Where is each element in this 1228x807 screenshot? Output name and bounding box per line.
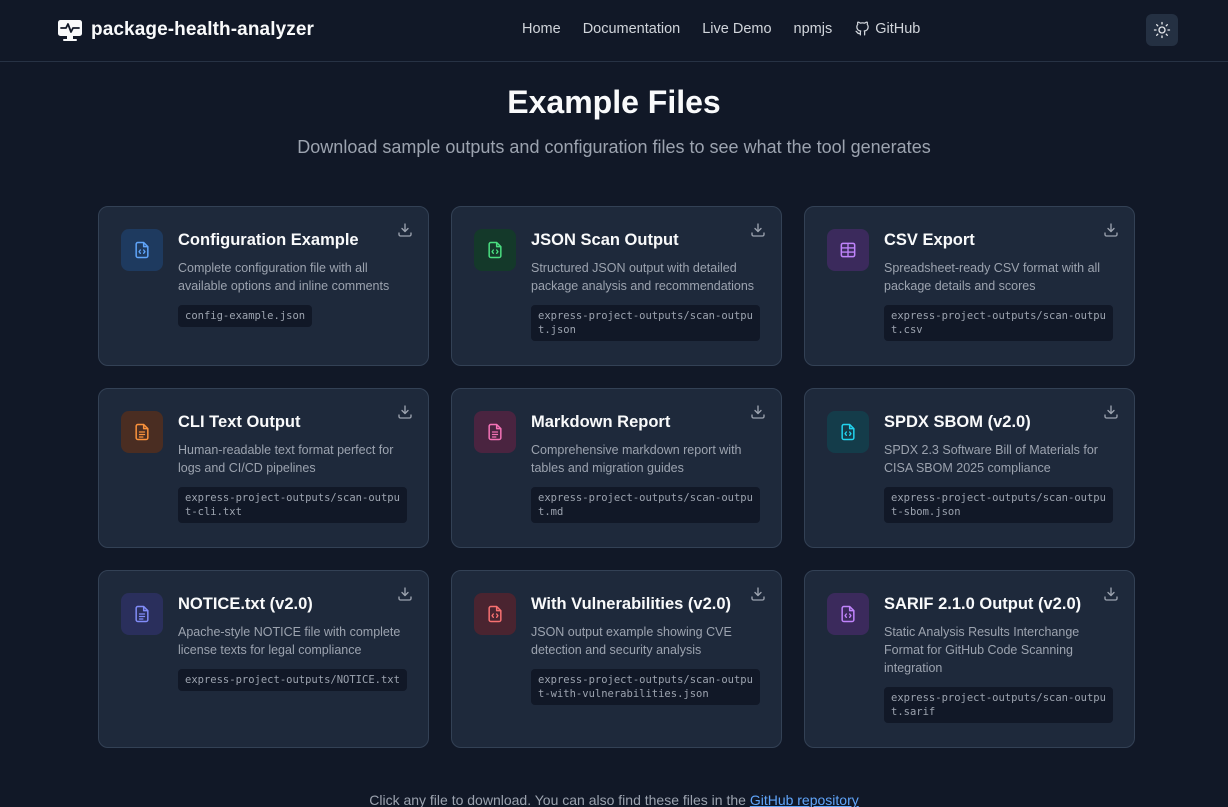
brand-name: package-health-analyzer: [91, 19, 314, 40]
card-file-path: express-project-outputs/scan-output.csv: [884, 305, 1113, 341]
file-text-icon: [488, 423, 502, 441]
file-type-icon-wrap: [121, 229, 163, 271]
nav-link-label: npmjs: [793, 20, 833, 37]
download-icon[interactable]: [396, 585, 414, 603]
card-description: Comprehensive markdown report with table…: [531, 443, 742, 475]
card-title: With Vulnerabilities (v2.0): [531, 595, 732, 613]
download-icon[interactable]: [1102, 221, 1120, 239]
card-title: SARIF 2.1.0 Output (v2.0): [884, 595, 1082, 613]
file-card[interactable]: Configuration Example Complete configurat…: [98, 206, 429, 366]
card-description: Spreadsheet-ready CSV format with all pa…: [884, 261, 1101, 293]
file-type-icon-wrap: [474, 411, 516, 453]
card-file-path: express-project-outputs/scan-output-sbom…: [884, 487, 1113, 523]
footer-text: Click any file to download. You can also…: [369, 792, 750, 807]
file-type-icon-wrap: [474, 593, 516, 635]
download-icon[interactable]: [749, 585, 767, 603]
nav-link-label: Documentation: [582, 20, 681, 37]
download-icon[interactable]: [749, 403, 767, 421]
card-description: Complete configuration file with all ava…: [178, 261, 390, 293]
card-description: Structured JSON output with detailed pac…: [531, 261, 755, 293]
footer-note: Click any file to download. You can also…: [0, 792, 1228, 807]
file-card[interactable]: CLI Text Output Human-readable text forma…: [98, 388, 429, 548]
sun-icon: [1153, 21, 1171, 39]
monitor-pulse-icon: [58, 20, 82, 41]
card-description: JSON output example showing CVE detectio…: [531, 625, 732, 657]
file-type-icon-wrap: [827, 411, 869, 453]
card-title: CSV Export: [884, 231, 975, 249]
nav-link-label: Home: [522, 20, 561, 37]
nav-link-home[interactable]: Home: [522, 21, 561, 37]
card-file-path: express-project-outputs/scan-output.sari…: [884, 687, 1113, 723]
card-title: Markdown Report: [531, 413, 671, 431]
download-icon[interactable]: [396, 221, 414, 239]
navbar: package-health-analyzer Home Documentati…: [0, 0, 1228, 62]
file-card[interactable]: SARIF 2.1.0 Output (v2.0) Static Analysis…: [804, 570, 1135, 748]
card-title: JSON Scan Output: [531, 231, 679, 249]
file-code-icon: [841, 423, 855, 441]
nav-links: Home Documentation Live Demo npmjs GitHu…: [522, 20, 920, 37]
file-card[interactable]: With Vulnerabilities (v2.0) JSON output e…: [451, 570, 782, 748]
github-repository-link[interactable]: GitHub repository: [750, 792, 859, 807]
download-icon[interactable]: [749, 221, 767, 239]
card-title: SPDX SBOM (v2.0): [884, 413, 1031, 431]
nav-link-label: Live Demo: [702, 20, 772, 37]
nav-link-documentation[interactable]: Documentation: [583, 21, 681, 37]
card-title: NOTICE.txt (v2.0): [178, 595, 313, 613]
file-card[interactable]: Markdown Report Comprehensive markdown re…: [451, 388, 782, 548]
card-file-path: config-example.json: [178, 305, 313, 327]
table-icon: [840, 242, 856, 258]
file-type-icon-wrap: [827, 593, 869, 635]
download-icon[interactable]: [1102, 585, 1120, 603]
theme-toggle-button[interactable]: [1146, 14, 1178, 46]
card-file-path: express-project-outputs/scan-output-with…: [531, 669, 760, 705]
file-type-icon-wrap: [121, 411, 163, 453]
card-description: SPDX 2.3 Software Bill of Materials for …: [884, 443, 1098, 475]
card-description: Human-readable text format perfect for l…: [178, 443, 394, 475]
file-card[interactable]: JSON Scan Output Structured JSON output w…: [451, 206, 782, 366]
nav-link-github[interactable]: GitHub: [854, 20, 920, 37]
nav-link-label: GitHub: [875, 20, 921, 37]
file-card[interactable]: NOTICE.txt (v2.0) Apache-style NOTICE fil…: [98, 570, 429, 748]
card-description: Apache-style NOTICE file with complete l…: [178, 625, 401, 657]
nav-link-npmjs[interactable]: npmjs: [794, 21, 833, 37]
file-code-icon: [841, 605, 855, 623]
download-icon[interactable]: [1102, 403, 1120, 421]
file-text-icon: [135, 423, 149, 441]
download-icon[interactable]: [396, 403, 414, 421]
file-card[interactable]: SPDX SBOM (v2.0) SPDX 2.3 Software Bill o…: [804, 388, 1135, 548]
brand[interactable]: package-health-analyzer: [57, 17, 314, 43]
card-file-path: express-project-outputs/scan-output.md: [531, 487, 760, 523]
file-type-icon-wrap: [121, 593, 163, 635]
file-code-icon: [488, 605, 502, 623]
github-icon: [855, 21, 870, 36]
file-text-icon: [135, 605, 149, 623]
file-code-icon: [135, 241, 149, 259]
nav-link-live-demo[interactable]: Live Demo: [702, 21, 771, 37]
file-card[interactable]: CSV Export Spreadsheet-ready CSV format w…: [804, 206, 1135, 366]
page-subtitle: Download sample outputs and configuratio…: [297, 137, 931, 157]
card-file-path: express-project-outputs/NOTICE.txt: [178, 669, 407, 691]
file-code-icon: [488, 241, 502, 259]
card-title: CLI Text Output: [178, 413, 301, 431]
card-file-path: express-project-outputs/scan-output-cli.…: [178, 487, 407, 523]
card-file-path: express-project-outputs/scan-output.json: [531, 305, 760, 341]
card-description: Static Analysis Results Interchange Form…: [884, 625, 1080, 675]
file-type-icon-wrap: [474, 229, 516, 271]
file-type-icon-wrap: [827, 229, 869, 271]
card-title: Configuration Example: [178, 231, 359, 249]
example-files-grid: Configuration Example Complete configurat…: [98, 206, 1135, 748]
page-title: Example Files: [507, 84, 721, 120]
